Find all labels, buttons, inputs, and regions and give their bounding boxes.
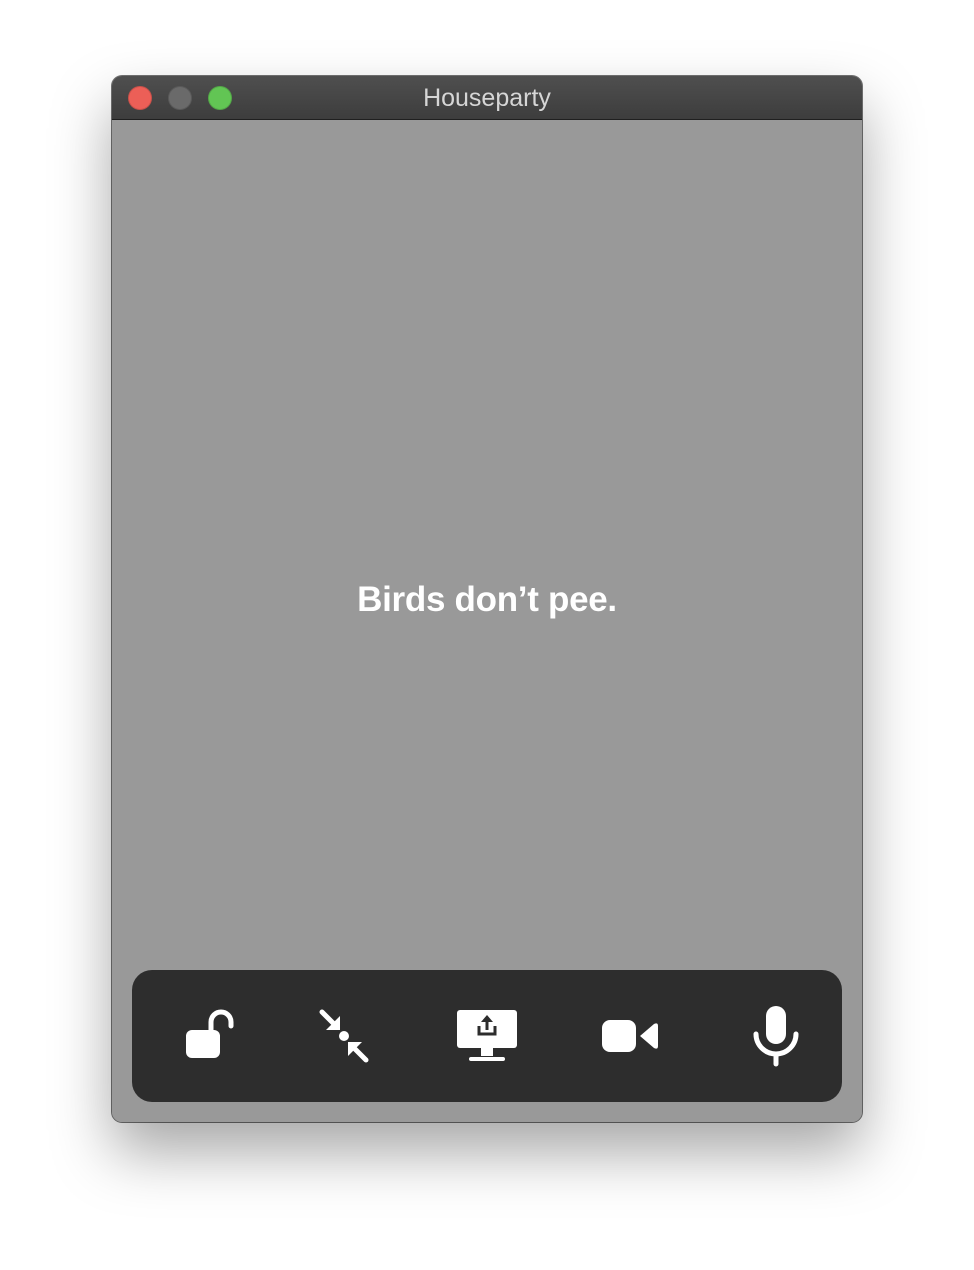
lock-room-button[interactable] (166, 996, 246, 1076)
video-toggle-button[interactable] (592, 996, 672, 1076)
screen-share-button[interactable] (447, 996, 527, 1076)
unlock-icon (186, 1009, 234, 1058)
title-bar[interactable]: Houseparty (112, 76, 862, 120)
fun-fact-text: Birds don’t pee. (357, 580, 617, 619)
app-window: Houseparty Birds don’t pee. (112, 76, 862, 1122)
call-area: Birds don’t pee. (112, 120, 862, 1122)
call-controls-toolbar (132, 970, 842, 1102)
microphone-icon (753, 1006, 799, 1067)
window-title: Houseparty (423, 84, 551, 112)
microphone-toggle-button[interactable] (736, 996, 816, 1076)
minimize-view-button[interactable] (304, 996, 384, 1076)
minimize-arrows-icon (319, 1009, 369, 1063)
screen-share-icon (457, 1010, 517, 1061)
video-camera-icon (602, 1020, 658, 1052)
